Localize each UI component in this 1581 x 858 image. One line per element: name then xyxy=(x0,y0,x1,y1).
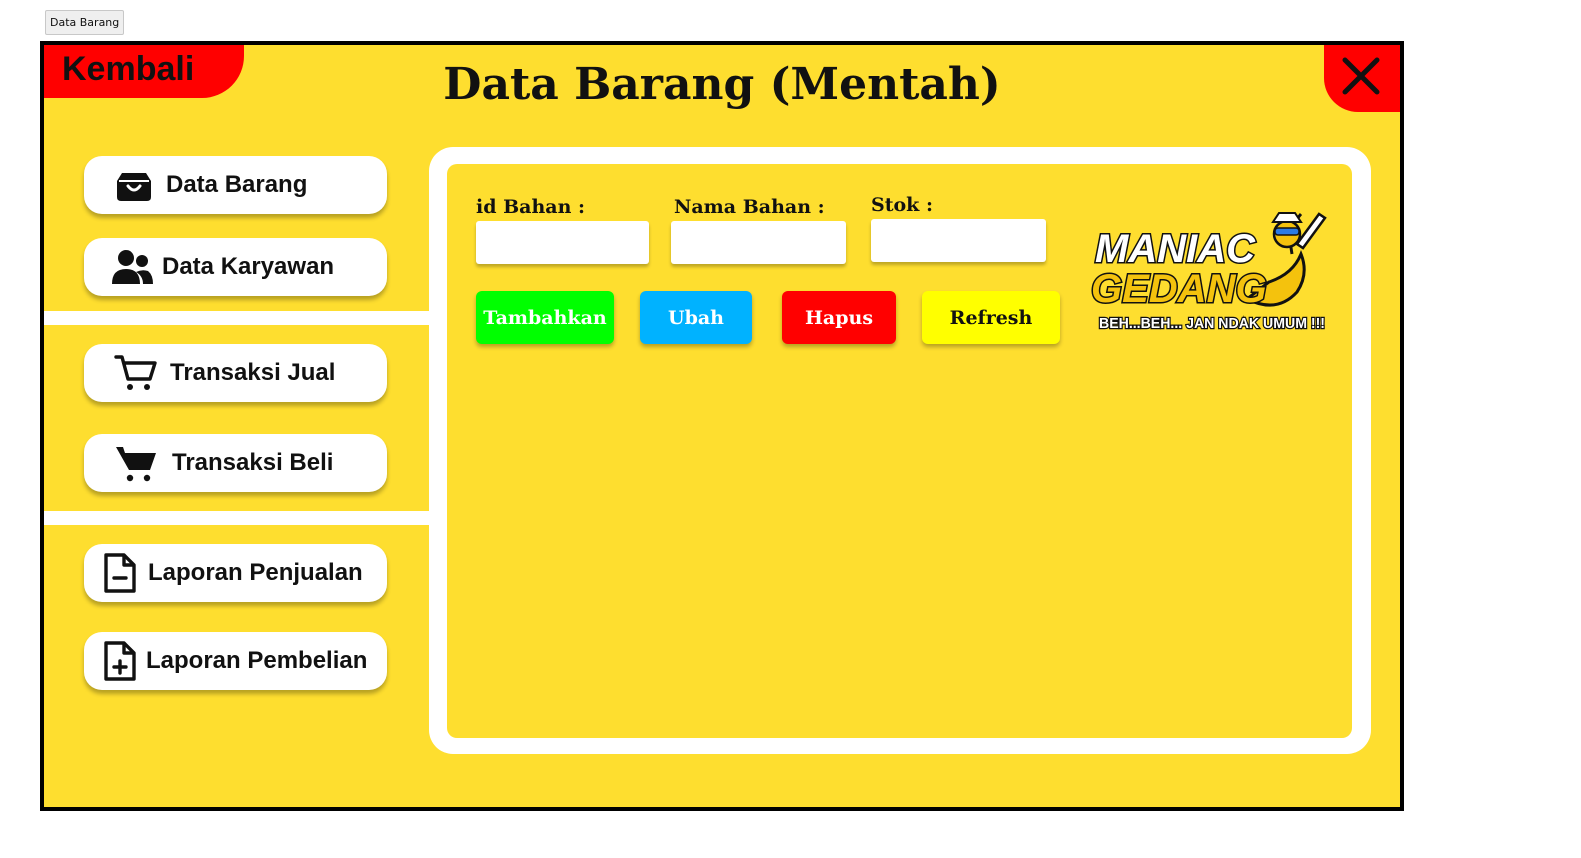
sidebar-item-laporan-penjualan[interactable]: Laporan Penjualan xyxy=(84,544,387,602)
app-window: Kembali Data Barang (Mentah) Data Barang xyxy=(40,41,1404,811)
content-panel: id Bahan : Nama Bahan : Stok : Tambahkan… xyxy=(429,147,1371,754)
sidebar-item-label: Laporan Pembelian xyxy=(146,647,368,674)
sidebar-item-label: Transaksi Beli xyxy=(172,449,334,476)
content-panel-inner: id Bahan : Nama Bahan : Stok : Tambahkan… xyxy=(447,164,1352,738)
nama-bahan-label: Nama Bahan : xyxy=(674,196,825,218)
stok-label: Stok : xyxy=(871,194,933,216)
sidebar-item-transaksi-jual[interactable]: Transaksi Jual xyxy=(84,344,387,402)
window-tab[interactable]: Data Barang xyxy=(45,10,125,35)
sidebar-item-data-karyawan[interactable]: Data Karyawan xyxy=(84,238,387,296)
sidebar-item-laporan-pembelian[interactable]: Laporan Pembelian xyxy=(84,632,387,690)
cart-filled-icon xyxy=(114,441,158,485)
logo-line1: MANIAC xyxy=(1095,227,1256,271)
hapus-button[interactable]: Hapus xyxy=(782,291,896,344)
maniac-gedang-logo: MANIAC GEDANG BEH...BEH... JAN NDAK UMUM… xyxy=(1090,212,1327,333)
cart-outline-icon xyxy=(114,351,158,395)
refresh-button[interactable]: Refresh xyxy=(922,291,1060,344)
stok-input[interactable] xyxy=(871,219,1046,262)
users-icon xyxy=(110,245,154,289)
id-bahan-input[interactable] xyxy=(476,221,649,264)
id-bahan-label: id Bahan : xyxy=(476,196,586,218)
sidebar-item-data-barang[interactable]: Data Barang xyxy=(84,156,387,214)
sidebar-item-label: Data Barang xyxy=(166,171,308,198)
ubah-button[interactable]: Ubah xyxy=(640,291,752,344)
page-title: Data Barang (Mentah) xyxy=(443,59,1001,110)
sidebar-item-label: Data Karyawan xyxy=(162,253,335,280)
sidebar-item-label: Transaksi Jual xyxy=(170,359,336,386)
sidebar-item-transaksi-beli[interactable]: Transaksi Beli xyxy=(84,434,387,492)
close-icon xyxy=(1342,57,1380,95)
nama-bahan-input[interactable] xyxy=(671,221,846,264)
document-plus-icon xyxy=(98,639,142,683)
document-minus-icon xyxy=(98,551,142,595)
logo-tagline: BEH...BEH... JAN NDAK UMUM !!! xyxy=(1099,315,1325,332)
sidebar-divider xyxy=(44,311,429,325)
shopping-bag-icon xyxy=(112,163,156,207)
tambahkan-button[interactable]: Tambahkan xyxy=(476,291,614,344)
close-button[interactable] xyxy=(1324,45,1400,112)
logo-line2: GEDANG xyxy=(1091,267,1267,311)
sidebar-item-label: Laporan Penjualan xyxy=(148,559,363,586)
sidebar-divider xyxy=(44,511,429,525)
